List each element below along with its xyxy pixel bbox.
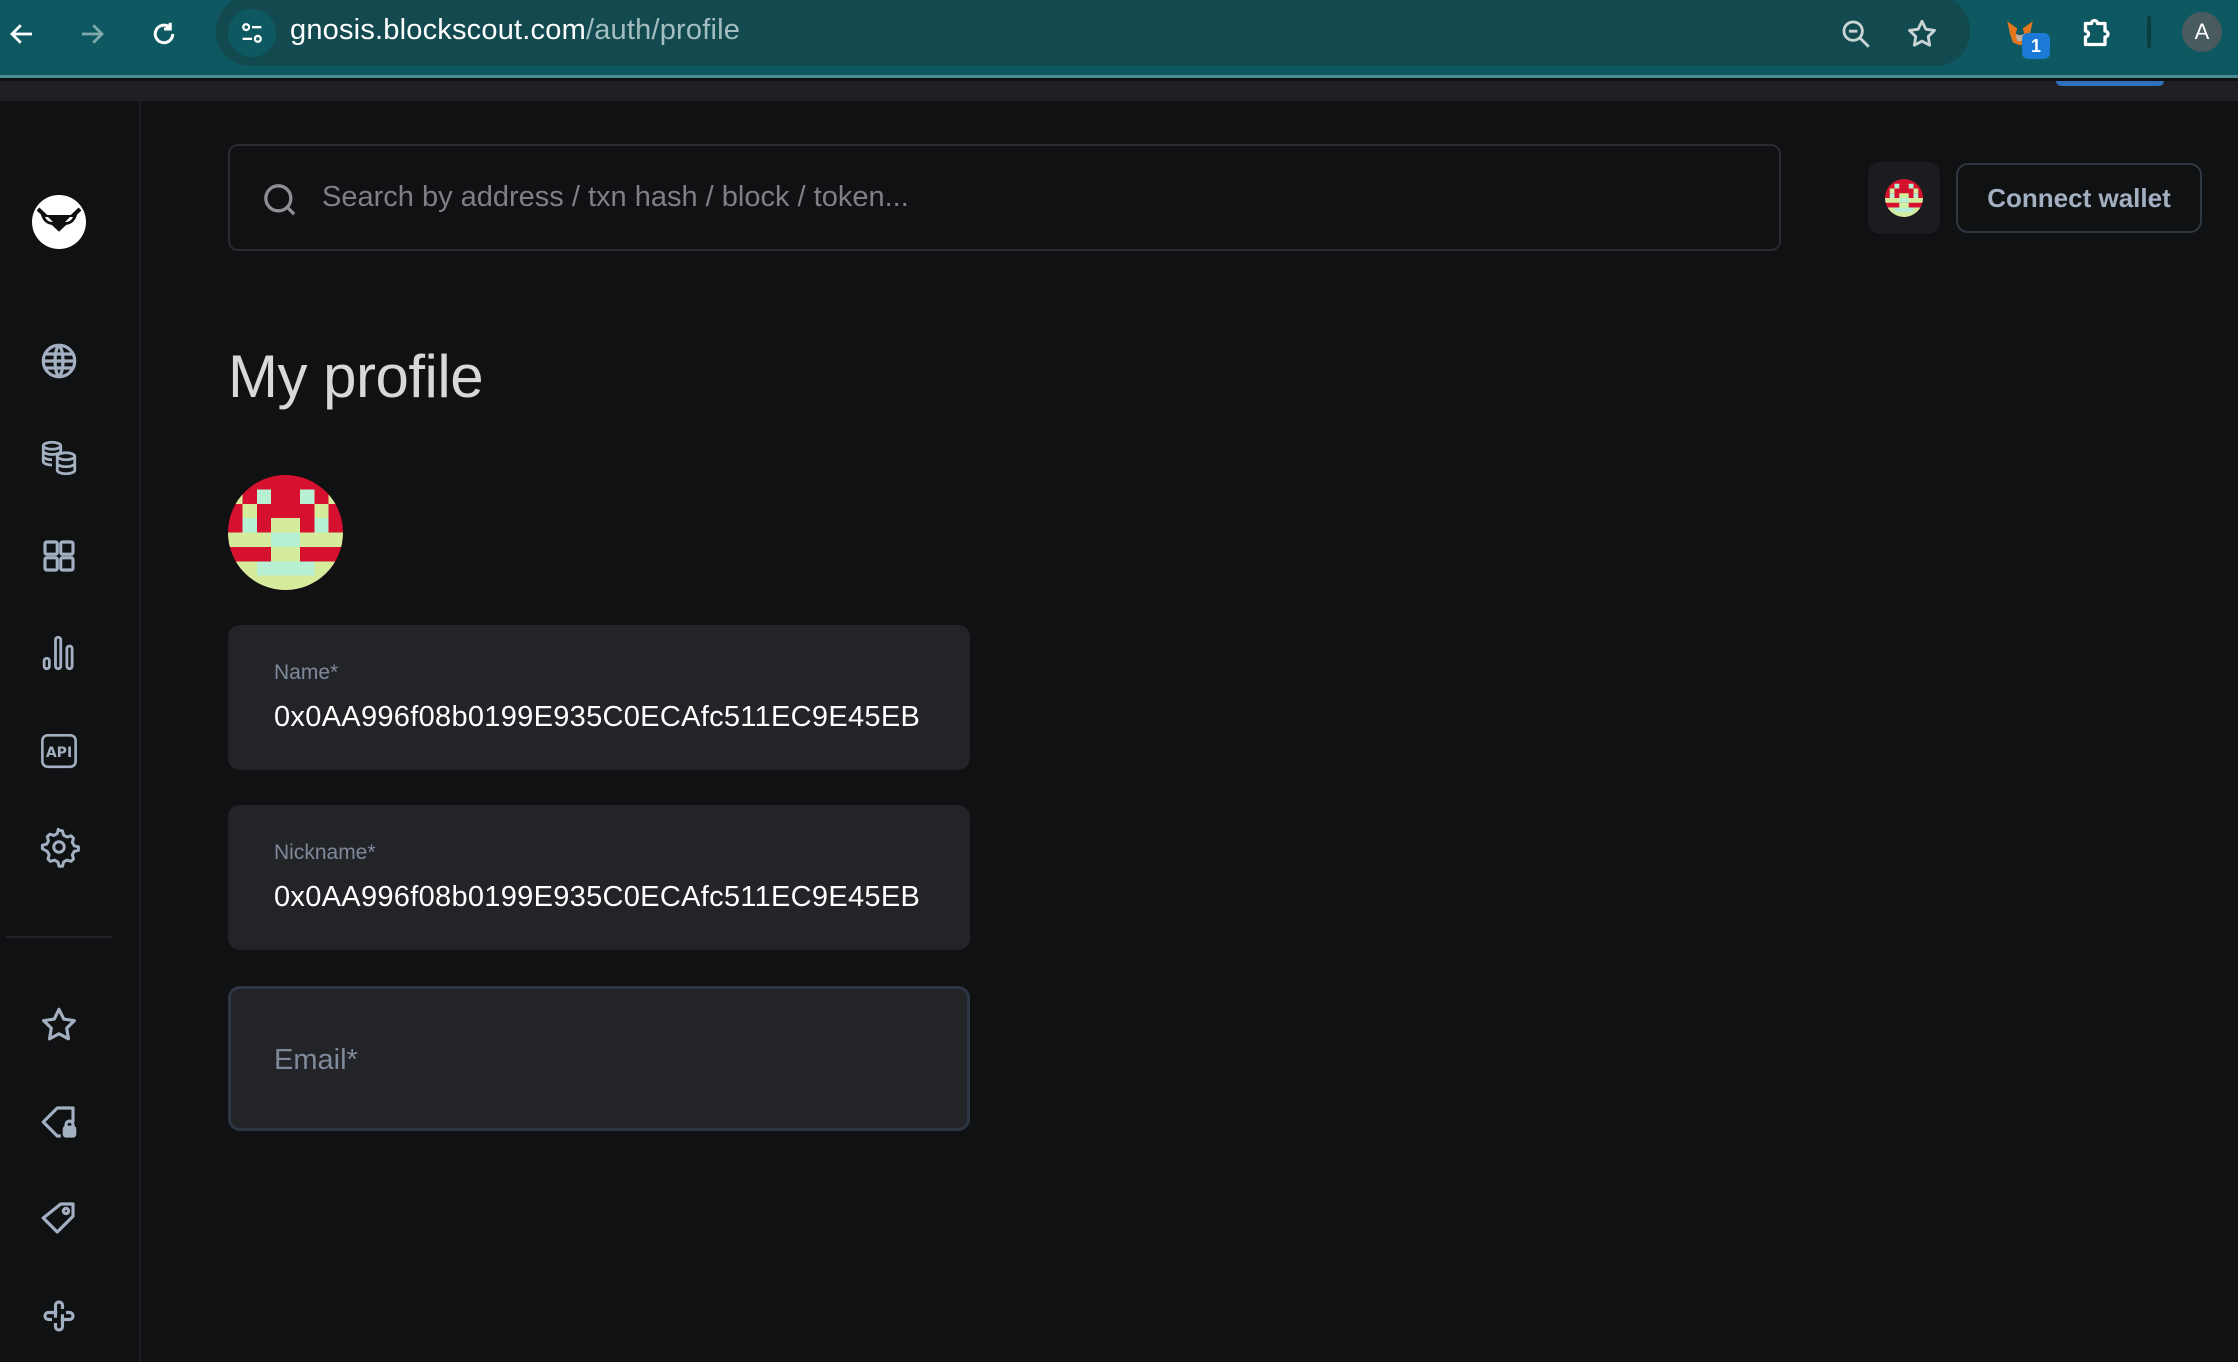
forward-button[interactable] <box>72 14 112 54</box>
coins-icon <box>41 440 77 476</box>
zoom-out-icon <box>1842 20 1870 48</box>
sidebar-item-apps[interactable] <box>36 533 82 579</box>
sidebar-item-tokens[interactable] <box>36 435 82 481</box>
sidebar-item-public-tags[interactable] <box>36 1195 82 1241</box>
sidebar-item-charts-stats[interactable] <box>36 630 82 676</box>
extension-badge: 1 <box>2022 33 2050 59</box>
extensions-puzzle-icon <box>2083 18 2110 47</box>
bookmark-button[interactable] <box>1902 14 1942 54</box>
svg-text:API: API <box>46 745 72 761</box>
url-host: gnosis.blockscout.com <box>290 14 586 46</box>
browser-profile-button[interactable]: A <box>2182 12 2222 52</box>
star-icon <box>42 1007 76 1041</box>
sidebar-item-other[interactable] <box>36 824 82 870</box>
back-arrow-icon <box>10 24 32 44</box>
back-button[interactable] <box>2 14 42 54</box>
top-banner-tab <box>2056 81 2164 86</box>
site-info-button[interactable] <box>228 9 276 57</box>
nickname-field-value[interactable]: 0x0AA996f08b0199E935C0ECAfc511EC9E45EB <box>274 881 926 914</box>
sidebar-item-watchlist[interactable] <box>36 1002 82 1048</box>
gnosis-owl-logo-icon <box>32 195 86 249</box>
profile-avatar-button[interactable] <box>1868 162 1940 234</box>
sidebar-item-blockchain[interactable] <box>36 338 82 384</box>
sidebar-item-api[interactable]: API <box>36 728 82 774</box>
name-field-label: Name* <box>274 661 339 684</box>
search-input[interactable] <box>322 146 1722 249</box>
browser-toolbar: gnosis.blockscout.com/auth/profile 1 A <box>0 0 2238 78</box>
sidebar-item-custom-abi[interactable] <box>36 1293 82 1339</box>
toolbar-separator <box>2147 16 2151 48</box>
nickname-field[interactable]: Nickname* 0x0AA996f08b0199E935C0ECAfc511… <box>228 805 970 950</box>
user-avatar <box>228 475 343 590</box>
cross-link-icon <box>43 1300 75 1332</box>
extensions-button[interactable] <box>2076 14 2116 54</box>
reload-icon <box>153 22 175 45</box>
grid-icon <box>43 540 75 572</box>
url-text[interactable]: gnosis.blockscout.com/auth/profile <box>290 14 740 47</box>
email-field[interactable]: Email* <box>228 986 970 1131</box>
search-bar[interactable] <box>228 144 1781 251</box>
gear-icon <box>40 827 80 868</box>
tag-icon <box>41 1202 75 1234</box>
search-icon <box>264 184 296 216</box>
gnosis-logo[interactable] <box>32 195 86 249</box>
forward-arrow-icon <box>82 24 104 44</box>
user-identicon-small <box>1885 179 1923 217</box>
name-field[interactable]: Name* 0x0AA996f08b0199E935C0ECAfc511EC9E… <box>228 625 970 770</box>
page-top-strip <box>0 81 2238 101</box>
user-identicon <box>228 475 343 590</box>
url-path: /auth/profile <box>585 14 741 46</box>
sidebar-item-private-tags[interactable] <box>36 1099 82 1145</box>
reload-button[interactable] <box>144 14 184 54</box>
globe-icon <box>41 343 77 379</box>
sidebar-divider <box>6 936 112 938</box>
bar-chart-icon <box>42 635 74 671</box>
page-title: My profile <box>228 343 484 410</box>
sidebar: API <box>0 101 141 1362</box>
email-field-placeholder: Email* <box>274 1044 358 1076</box>
api-icon: API <box>41 733 77 769</box>
site-info-icon <box>242 23 262 43</box>
connect-wallet-button[interactable]: Connect wallet <box>1956 163 2202 233</box>
name-field-value[interactable]: 0x0AA996f08b0199E935C0ECAfc511EC9E45EB <box>274 701 926 734</box>
zoom-button[interactable] <box>1836 14 1876 54</box>
nickname-field-label: Nickname* <box>274 841 376 864</box>
bookmark-star-icon <box>1908 19 1936 47</box>
tag-lock-icon <box>41 1106 77 1138</box>
